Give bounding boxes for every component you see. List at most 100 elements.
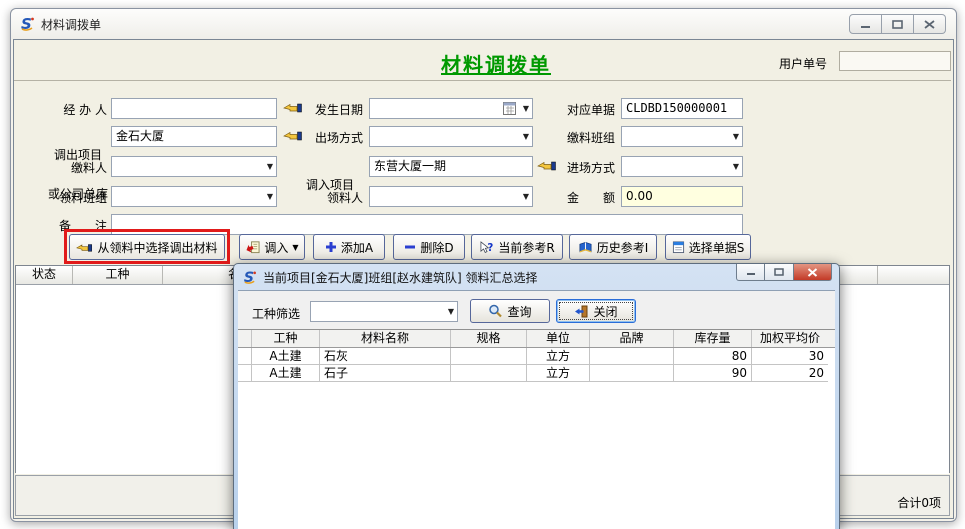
pay-team-label: 缴料班组 <box>557 129 615 145</box>
dropdown-arrow-icon[interactable]: ▼ <box>267 162 273 171</box>
dropdown-arrow-icon[interactable]: ▼ <box>733 162 739 171</box>
dropdown-arrow-icon[interactable]: ▼ <box>523 132 529 141</box>
window-controls <box>849 14 946 34</box>
close-icon <box>924 20 935 29</box>
magnifier-icon <box>488 304 502 318</box>
window-title: 材料调拨单 <box>41 16 101 33</box>
column-header-stock[interactable]: 库存量 <box>674 330 752 347</box>
dropdown-arrow-icon[interactable]: ▼ <box>733 132 739 141</box>
user-no-input[interactable] <box>839 51 951 71</box>
out-mode-combobox[interactable]: 班组缴料 ▼ <box>369 126 533 147</box>
dropdown-arrow-icon[interactable]: ▼ <box>267 192 273 201</box>
exit-door-icon <box>574 305 588 318</box>
select-from-pick-button[interactable]: 从领料中选择调出材料 <box>69 234 225 260</box>
hand-picker-icon <box>76 241 93 254</box>
dropdown-arrow-icon[interactable]: ▼ <box>523 192 529 201</box>
popup-minimize-button[interactable] <box>736 264 765 281</box>
column-header-avgprice[interactable]: 加权平均价 <box>752 330 828 347</box>
remark-input[interactable] <box>111 214 743 235</box>
table-row[interactable]: A土建 石子 立方 90 20 <box>238 365 835 382</box>
add-button[interactable]: 添加A <box>313 234 385 260</box>
in-mode-label: 进场方式 <box>557 159 615 175</box>
row-selector[interactable] <box>238 365 252 382</box>
in-project-input[interactable]: 东营大厦一期 <box>369 156 533 177</box>
calendar-icon[interactable] <box>503 102 516 115</box>
total-count: 合计0项 <box>897 494 941 511</box>
close-icon <box>807 268 818 277</box>
pick-team-label: 领料班组 <box>19 189 107 205</box>
current-reference-button[interactable]: ? 当前参考R <box>471 234 563 260</box>
main-titlebar[interactable]: S 材料调拨单 <box>11 9 956 39</box>
operator-input[interactable] <box>111 98 277 119</box>
column-header-unit[interactable]: 单位 <box>527 330 590 347</box>
popup-window-controls <box>736 264 832 281</box>
column-header-worktype[interactable]: 工种 <box>73 266 163 284</box>
popup-client: 工种筛选 ▼ 查询 关闭 工种 材料名称 规格 单位 品牌 库存量 加权平均价 <box>238 290 835 529</box>
history-reference-button[interactable]: 历史参考I <box>569 234 657 260</box>
plus-icon <box>325 241 337 253</box>
book-icon <box>578 241 593 254</box>
hand-picker-icon[interactable] <box>283 100 305 116</box>
doc-no-label: 对应单据 <box>557 101 615 117</box>
pick-team-combobox[interactable]: 王猛建筑队1 ▼ <box>111 186 277 207</box>
picker-label: 领料人 <box>303 189 363 205</box>
table-row[interactable]: A土建 石灰 立方 80 30 <box>238 348 835 365</box>
query-button[interactable]: 查询 <box>470 299 550 323</box>
date-label: 发生日期 <box>303 101 363 117</box>
form-title: 材料调拨单 <box>411 49 581 78</box>
row-selector-header <box>238 330 252 347</box>
out-project-input[interactable]: 金石大厦 <box>111 126 277 147</box>
column-header-worktype[interactable]: 工种 <box>252 330 320 347</box>
popup-maximize-button[interactable] <box>765 264 794 281</box>
dropdown-arrow-icon: ▼ <box>292 243 298 252</box>
minimize-button[interactable] <box>849 14 882 34</box>
column-header-material[interactable]: 材料名称 <box>320 330 451 347</box>
help-cursor-icon: ? <box>479 241 494 254</box>
out-mode-label: 出场方式 <box>303 129 363 145</box>
date-input[interactable]: 2015-05-22 ▼ <box>369 98 533 119</box>
select-document-button[interactable]: 选择单据S <box>665 234 751 260</box>
minimize-icon <box>746 268 756 276</box>
maximize-icon <box>774 268 784 276</box>
svg-text:?: ? <box>488 243 494 254</box>
amount-input[interactable]: 0.00 <box>621 186 743 207</box>
picker-combobox[interactable]: ▼ <box>369 186 533 207</box>
date-dropdown-icon[interactable]: ▼ <box>523 104 529 113</box>
dropdown-arrow-icon[interactable]: ▼ <box>448 307 454 316</box>
in-mode-combobox[interactable]: 直进项目 ▼ <box>621 156 743 177</box>
delete-button[interactable]: 删除D <box>393 234 465 260</box>
row-selector[interactable] <box>238 348 252 365</box>
minus-icon <box>404 241 416 253</box>
popup-grid-header: 工种 材料名称 规格 单位 品牌 库存量 加权平均价 <box>238 330 835 348</box>
maximize-button[interactable] <box>882 14 914 34</box>
column-header-spec[interactable]: 规格 <box>451 330 527 347</box>
payer-label: 缴料人 <box>19 159 107 175</box>
close-dialog-button[interactable]: 关闭 <box>556 299 636 323</box>
close-button[interactable] <box>914 14 946 34</box>
doc-no-input[interactable]: CLDBD150000001 <box>621 98 743 119</box>
column-header-blank[interactable] <box>878 266 949 284</box>
remark-label: 备 注 <box>19 217 107 233</box>
notepad-icon <box>672 240 685 254</box>
hand-picker-icon[interactable] <box>537 158 559 174</box>
maximize-icon <box>892 20 903 29</box>
user-no-label: 用户单号 <box>779 55 827 72</box>
pay-team-combobox[interactable]: 赵水建筑队 ▼ <box>621 126 743 147</box>
app-icon: S <box>19 16 35 32</box>
popup-close-button[interactable] <box>794 264 832 281</box>
column-header-brand[interactable]: 品牌 <box>590 330 674 347</box>
operator-label: 经 办 人 <box>19 101 107 117</box>
popup-title: 当前项目[金石大厦]班组[赵水建筑队] 领料汇总选择 <box>263 269 538 286</box>
column-header-status[interactable]: 状态 <box>16 266 73 284</box>
amount-label: 金 额 <box>557 189 615 205</box>
app-icon: S <box>242 270 257 285</box>
transfer-in-button[interactable]: 调入 ▼ <box>239 234 305 260</box>
payer-combobox[interactable]: ▼ <box>111 156 277 177</box>
popup-titlebar[interactable]: S 当前项目[金石大厦]班组[赵水建筑队] 领料汇总选择 <box>234 264 839 290</box>
hand-picker-icon[interactable] <box>283 128 305 144</box>
transfer-in-icon <box>245 240 260 254</box>
minimize-icon <box>860 20 871 29</box>
popup-grid: 工种 材料名称 规格 单位 品牌 库存量 加权平均价 A土建 石灰 立方 80 … <box>238 329 835 529</box>
filter-combobox[interactable]: ▼ <box>310 301 458 322</box>
filter-label: 工种筛选 <box>252 305 300 322</box>
